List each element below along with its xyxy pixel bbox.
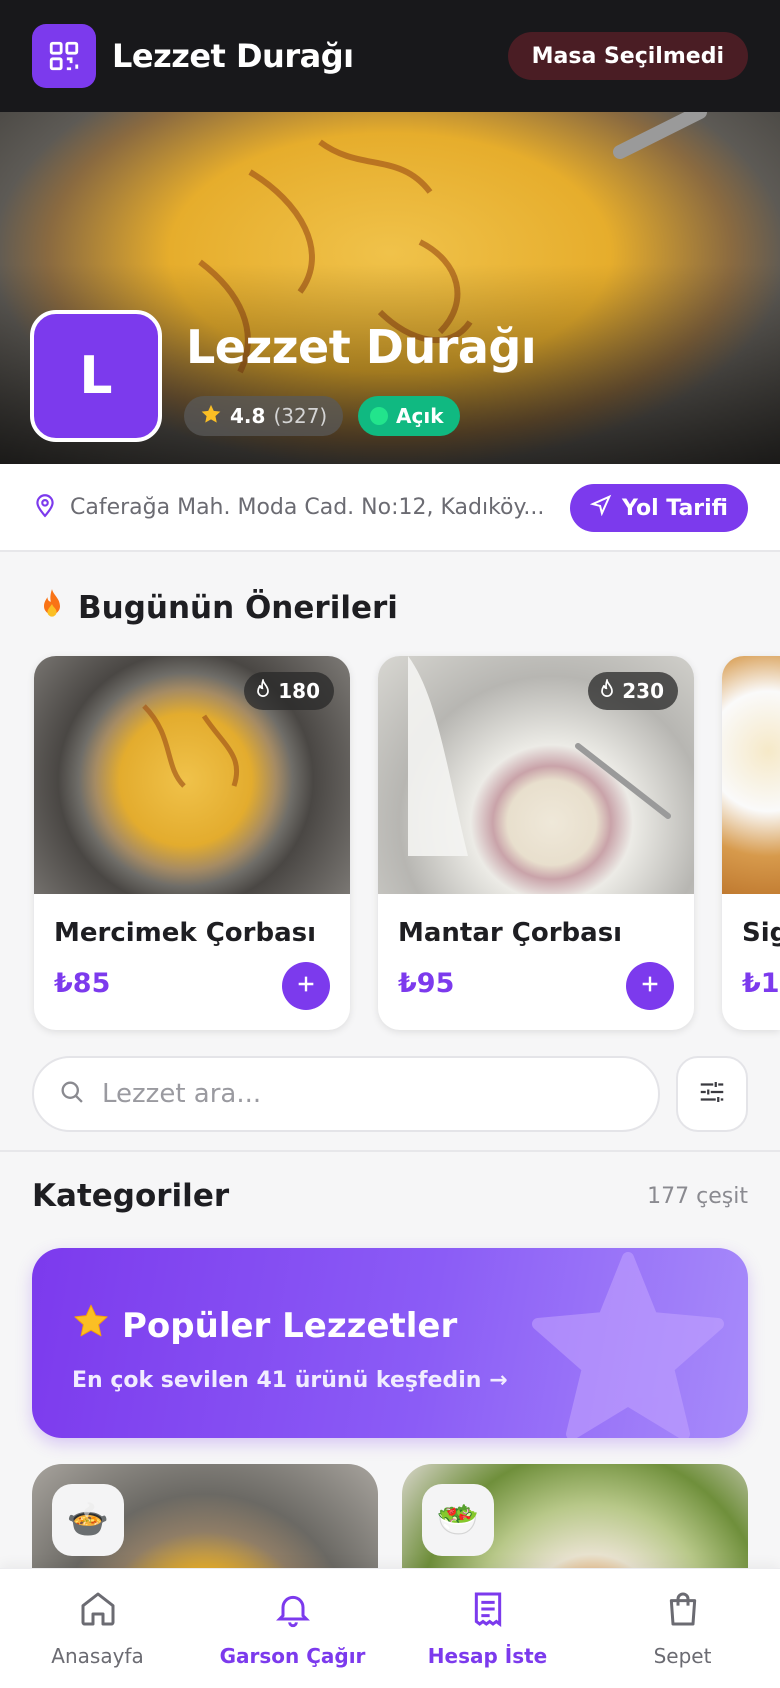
dish-name: Sig — [742, 918, 780, 948]
star-decoration-icon — [532, 1252, 724, 1438]
address-bar: Caferağa Mah. Moda Cad. No:12, Kadıköy..… — [0, 464, 780, 552]
filter-button[interactable] — [676, 1056, 748, 1132]
dish-image: 180 — [34, 656, 350, 894]
status-dot-icon — [370, 407, 388, 425]
promo-title: Popüler Lezzetler — [72, 1302, 457, 1349]
add-to-cart-button[interactable] — [626, 962, 674, 1010]
calorie-badge: 180 — [244, 672, 334, 710]
nav-cart-label: Sepet — [653, 1644, 712, 1668]
dish-price: ₺11 — [742, 968, 780, 999]
recommendation-card[interactable]: 230 Mantar Çorbası ₺95 — [378, 656, 694, 1030]
plus-icon — [639, 973, 661, 999]
directions-label: Yol Tarifi — [622, 495, 728, 521]
calorie-badge: 230 — [588, 672, 678, 710]
categories-count: 177 çeşit — [647, 1184, 748, 1209]
nav-home-label: Anasayfa — [51, 1644, 144, 1668]
nav-call-waiter[interactable]: Garson Çağır — [195, 1569, 390, 1688]
nav-request-bill-label: Hesap İste — [427, 1644, 548, 1668]
location-pin-icon — [32, 492, 58, 522]
dish-name: Mercimek Çorbası — [54, 918, 317, 948]
nav-request-bill[interactable]: Hesap İste — [390, 1569, 585, 1688]
section-divider — [0, 1150, 780, 1152]
home-icon — [78, 1589, 118, 1634]
app-header: Lezzet Durağı Masa Seçilmedi — [0, 0, 780, 112]
open-status-label: Açık — [396, 404, 444, 428]
dish-image: 230 — [378, 656, 694, 894]
nav-cart[interactable]: Sepet — [585, 1569, 780, 1688]
star-icon — [200, 403, 222, 430]
plus-icon — [295, 973, 317, 999]
open-status-badge: Açık — [358, 396, 460, 436]
bottom-navigation: Anasayfa Garson Çağır Hesap İste Sepet — [0, 1568, 780, 1688]
bell-icon — [273, 1589, 313, 1634]
review-count: (327) — [273, 404, 328, 428]
search-input[interactable] — [102, 1079, 602, 1109]
qr-icon[interactable] — [32, 24, 96, 88]
navigation-arrow-icon — [589, 494, 612, 522]
dish-price: ₺95 — [398, 968, 455, 999]
nav-home[interactable]: Anasayfa — [0, 1569, 195, 1688]
star-icon — [72, 1302, 110, 1349]
flame-icon — [598, 676, 616, 704]
add-to-cart-button[interactable] — [282, 962, 330, 1010]
sliders-icon — [697, 1077, 727, 1111]
nav-call-waiter-label: Garson Çağır — [219, 1644, 366, 1668]
app-title: Lezzet Durağı — [112, 37, 354, 75]
dish-name: Mantar Çorbası — [398, 918, 623, 948]
restaurant-avatar: L — [30, 310, 162, 442]
rating-badge[interactable]: 4.8 (327) — [184, 396, 344, 436]
dish-price: ₺85 — [54, 968, 111, 999]
search-bar — [32, 1056, 660, 1132]
recommendation-card[interactable]: 180 Mercimek Çorbası ₺85 — [34, 656, 350, 1030]
directions-button[interactable]: Yol Tarifi — [570, 484, 748, 532]
shopping-bag-icon — [663, 1589, 703, 1634]
restaurant-name: Lezzet Durağı — [186, 320, 537, 374]
fire-icon — [38, 588, 66, 628]
salad-icon: 🥗 — [422, 1484, 494, 1556]
categories-title: Kategoriler — [32, 1178, 230, 1214]
flame-icon — [254, 676, 272, 704]
receipt-icon — [468, 1589, 508, 1634]
dish-image — [722, 656, 780, 894]
hero-banner: L Lezzet Durağı 4.8 (327) Açık — [0, 112, 780, 464]
soup-pot-icon: 🍲 — [52, 1484, 124, 1556]
recommendation-card[interactable]: Sig ₺11 — [722, 656, 780, 1030]
recommendations-title: Bugünün Önerileri — [38, 588, 398, 628]
popular-dishes-banner[interactable]: Popüler Lezzetler En çok sevilen 41 ürün… — [32, 1248, 748, 1438]
search-icon — [58, 1078, 86, 1110]
table-status-button[interactable]: Masa Seçilmedi — [507, 32, 748, 80]
address-text: Caferağa Mah. Moda Cad. No:12, Kadıköy..… — [70, 494, 545, 520]
rating-value: 4.8 — [230, 404, 266, 428]
promo-subtitle: En çok sevilen 41 ürünü keşfedin → — [72, 1368, 508, 1393]
